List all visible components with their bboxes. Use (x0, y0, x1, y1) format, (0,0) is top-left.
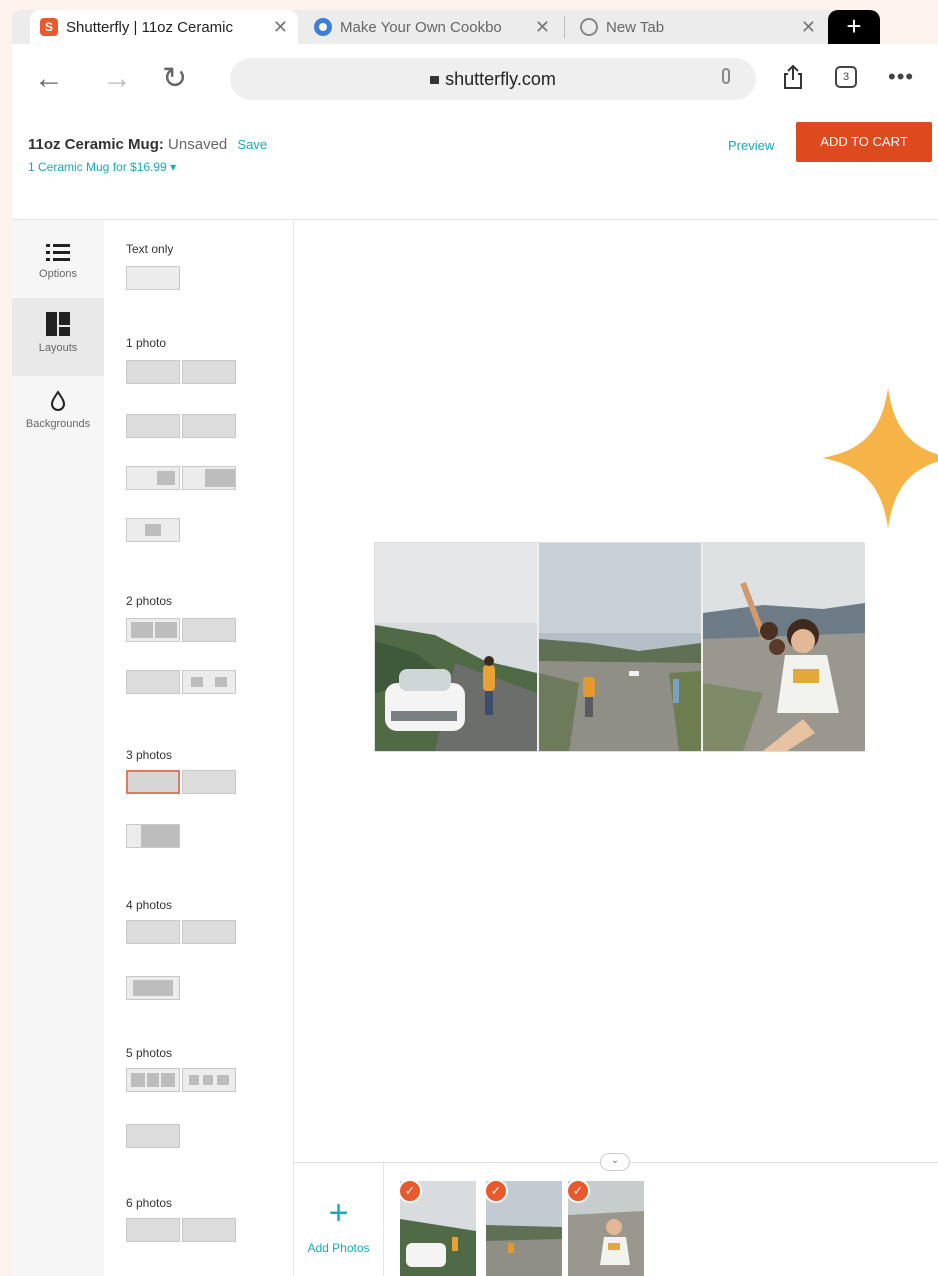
layout-thumbnail[interactable] (126, 976, 180, 1000)
site-favicon-icon (314, 18, 332, 36)
plus-icon: + (328, 1194, 349, 1232)
share-icon[interactable] (782, 64, 804, 90)
layout-thumbnail[interactable] (182, 466, 236, 490)
add-to-cart-button[interactable]: ADD TO CART (796, 122, 932, 162)
layout-thumbnail[interactable] (126, 360, 180, 384)
layout-thumbnail[interactable] (182, 414, 236, 438)
tab-divider (564, 16, 565, 38)
photo-car-road[interactable] (375, 543, 537, 751)
layout-thumbnail[interactable] (126, 920, 180, 944)
section-label-1-photo: 1 photo (126, 336, 167, 350)
close-tab-icon[interactable]: ✕ (273, 17, 288, 38)
forward-arrow-icon[interactable]: → (102, 62, 132, 96)
preview-link[interactable]: Preview (728, 138, 774, 153)
layout-thumbnail[interactable] (126, 824, 180, 848)
add-photos-label: Add Photos (307, 1241, 370, 1255)
rail-item-label: Layouts (38, 342, 78, 354)
tray-photo[interactable]: ✓ (568, 1181, 644, 1276)
layout-thumbnail[interactable] (126, 1068, 180, 1092)
tray-photo[interactable]: ✓ (400, 1181, 476, 1276)
layout-thumbnail[interactable] (182, 1068, 236, 1092)
section-label-3-photos: 3 photos (126, 748, 173, 762)
layout-thumbnail[interactable] (126, 518, 180, 542)
editor-header: 11oz Ceramic Mug: Unsaved Save 1 Ceramic… (12, 116, 938, 220)
layout-thumbnail[interactable] (182, 360, 236, 384)
rail-item-options[interactable]: Options (12, 230, 104, 308)
lock-icon (430, 76, 440, 84)
mug-design-preview[interactable] (374, 542, 865, 752)
photo-tray: ⌄ + Add Photos ✓ ✓ ✓ (294, 1153, 938, 1276)
save-link[interactable]: Save (237, 137, 267, 152)
layout-thumbnail[interactable] (182, 770, 236, 794)
rail-item-layouts[interactable]: Layouts (12, 298, 104, 376)
add-photos-button[interactable]: + Add Photos (294, 1163, 384, 1276)
close-tab-icon[interactable]: ✕ (801, 17, 816, 38)
design-canvas (294, 220, 938, 1162)
droplet-icon (50, 390, 66, 411)
new-tab-button[interactable]: + (828, 10, 880, 44)
shutterfly-favicon-icon: S (40, 18, 58, 36)
url-text: shutterfly.com (445, 69, 556, 89)
layout-thumbnail[interactable] (126, 266, 180, 290)
collapse-tray-chevron-icon[interactable]: ⌄ (600, 1153, 630, 1171)
layout-thumbnail[interactable] (182, 1218, 236, 1242)
address-bar: ← → ↻ shutterfly.com 3 ••• (12, 44, 938, 116)
rail-item-label: Backgrounds (25, 418, 91, 430)
section-label-text-only: Text only (126, 242, 174, 256)
layout-thumbnail[interactable] (182, 920, 236, 944)
tab-label: Make Your Own Cookbo (340, 18, 502, 36)
shutterfly-editor: 11oz Ceramic Mug: Unsaved Save 1 Ceramic… (12, 116, 938, 1276)
section-label-2-photos: 2 photos (126, 594, 173, 608)
photo-mountain-selfie[interactable] (703, 543, 865, 751)
section-label-5-photos: 5 photos (126, 1046, 173, 1060)
save-status: Unsaved (168, 136, 228, 153)
layout-thumbnail[interactable] (182, 618, 236, 642)
tab-label: New Tab (606, 18, 665, 36)
rail-item-backgrounds[interactable]: Backgrounds (12, 376, 104, 454)
browser-tab-strip: S Shutterfly | 11oz Ceramic ✕ Make Your … (0, 0, 938, 44)
layout-thumbnail[interactable] (126, 670, 180, 694)
more-options-icon[interactable]: ••• (888, 64, 914, 90)
layout-grid-icon (46, 312, 70, 336)
layout-thumbnail[interactable] (182, 670, 236, 694)
list-icon (46, 244, 70, 262)
rail-item-label: Options (39, 268, 77, 280)
product-name: 11oz Ceramic Mug: (28, 136, 164, 153)
tab-label: Shutterfly | 11oz Ceramic (66, 18, 234, 36)
tab-cookbook[interactable]: Make Your Own Cookbo ✕ (304, 10, 560, 44)
microphone-icon[interactable] (722, 68, 730, 84)
tab-count-button[interactable]: 3 (835, 66, 857, 88)
url-field[interactable]: shutterfly.com (230, 58, 756, 100)
reload-icon[interactable]: ↻ (162, 62, 187, 96)
layout-thumbnail[interactable] (126, 1218, 180, 1242)
close-tab-icon[interactable]: ✕ (535, 17, 550, 38)
tray-photo[interactable]: ✓ (486, 1181, 562, 1276)
section-label-6-photos: 6 photos (126, 1196, 173, 1210)
tab-shutterfly[interactable]: S Shutterfly | 11oz Ceramic ✕ (30, 10, 298, 44)
tab-new-tab[interactable]: New Tab ✕ (570, 10, 826, 44)
layout-thumbnail[interactable] (126, 618, 180, 642)
tool-rail: Options Layouts Backgrounds (12, 220, 104, 1276)
photo-rocky-trail[interactable] (539, 543, 701, 751)
globe-icon (580, 18, 598, 36)
layout-thumbnail-selected[interactable] (126, 770, 180, 794)
product-title: 11oz Ceramic Mug: Unsaved Save (28, 136, 267, 153)
back-arrow-icon[interactable]: ← (34, 62, 64, 96)
sparkle-icon (822, 388, 938, 528)
layout-thumbnail[interactable] (126, 414, 180, 438)
layout-thumbnail[interactable] (126, 466, 180, 490)
layouts-panel: Text only 1 photo 2 photos 3 photos 4 ph… (104, 220, 294, 1276)
layout-thumbnail[interactable] (126, 1124, 180, 1148)
section-label-4-photos: 4 photos (126, 898, 173, 912)
quantity-price-dropdown[interactable]: 1 Ceramic Mug for $16.99 ▾ (28, 160, 176, 174)
